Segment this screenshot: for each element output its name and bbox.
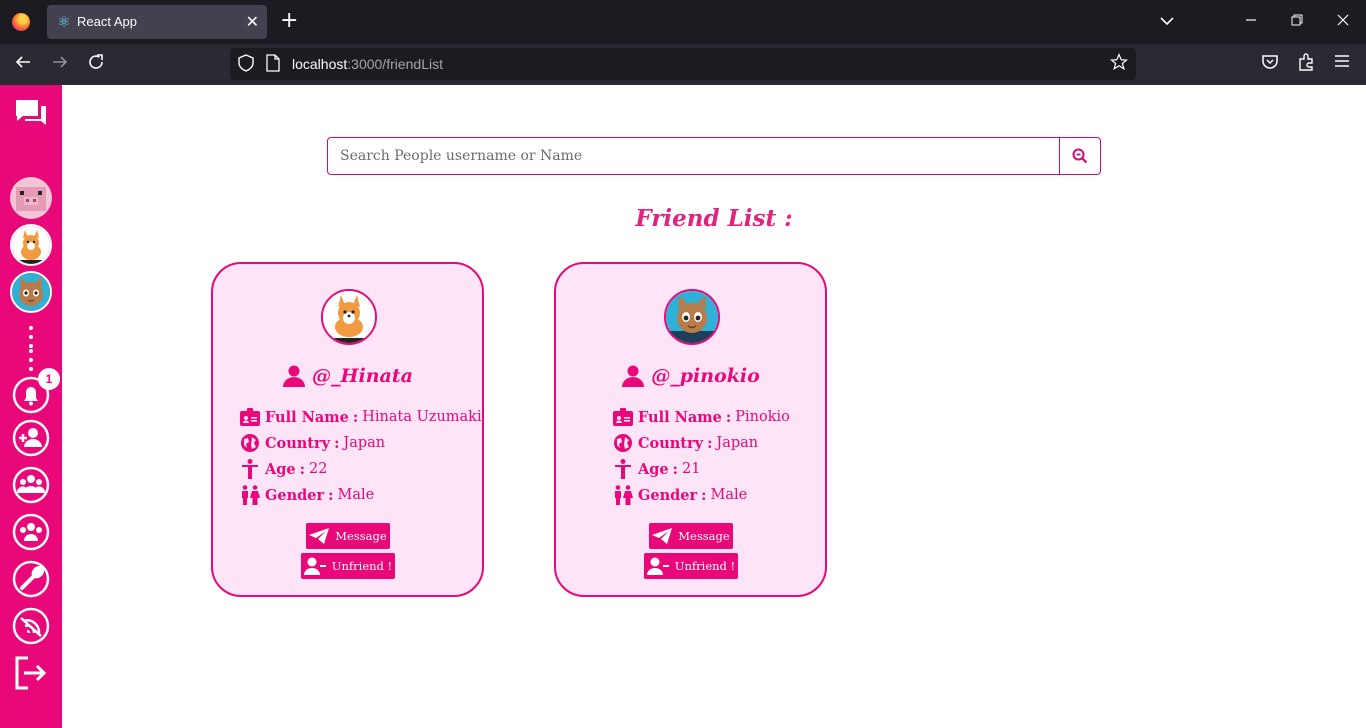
search-bar: [327, 137, 1101, 175]
user-icon: [622, 365, 645, 387]
minimize-button[interactable]: [1245, 12, 1257, 30]
url-text[interactable]: localhost:3000/friendList: [292, 56, 443, 72]
groups-icon[interactable]: [10, 464, 52, 506]
address-bar[interactable]: localhost:3000/friendList: [230, 48, 1136, 80]
full-name-row: Full Name: Hinata Uzumaki: [239, 404, 482, 430]
user-minus-icon: [646, 557, 669, 575]
country-row: Country: Japan: [612, 430, 790, 456]
age-value: 21: [681, 461, 701, 477]
person-standing-icon: [612, 458, 634, 480]
back-arrow-icon[interactable]: [14, 53, 32, 77]
age-row: Age:22: [239, 456, 482, 482]
tab-title: React App: [77, 14, 137, 29]
friend-info: Full Name: Hinata Uzumaki Country: Japan A…: [239, 404, 482, 508]
full-name-value: Hinata Uzumaki: [362, 409, 482, 425]
reload-icon[interactable]: [87, 53, 105, 77]
page-icon[interactable]: [266, 54, 280, 78]
id-card-icon: [239, 406, 261, 428]
country-value: Japan: [343, 435, 386, 451]
country-value: Japan: [716, 435, 759, 451]
search-input[interactable]: [328, 138, 1060, 174]
friend-avatar-cat: [664, 289, 720, 345]
friend-info: Full Name: Pinokio Country: Japan Age:21 G…: [612, 404, 790, 508]
friend-username-row: @_pinokio: [556, 364, 825, 388]
gender-icon: [239, 484, 261, 506]
full-name-row: Full Name: Pinokio: [612, 404, 790, 430]
close-window-button[interactable]: [1337, 12, 1349, 30]
more-dots-icon-2[interactable]: [29, 349, 33, 376]
unfriend-button[interactable]: Unfriend !: [644, 553, 738, 579]
gender-row: Gender: Male: [612, 482, 790, 508]
bookmark-star-icon[interactable]: [1109, 52, 1129, 77]
shield-icon[interactable]: [238, 54, 254, 78]
close-tab-icon[interactable]: ✕: [246, 12, 259, 31]
friend-avatar-corgi: [321, 289, 377, 345]
globe-icon: [239, 432, 261, 454]
user-minus-icon: [303, 557, 326, 575]
unfriend-button[interactable]: Unfriend !: [301, 553, 395, 579]
logout-icon[interactable]: [10, 652, 52, 694]
chat-icon[interactable]: [10, 93, 52, 135]
browser-nav-bar: localhost:3000/friendList: [0, 44, 1366, 85]
country-row: Country: Japan: [239, 430, 482, 456]
restore-button[interactable]: [1291, 12, 1303, 30]
wifi-off-icon[interactable]: [10, 605, 52, 647]
paper-plane-icon: [309, 528, 330, 544]
friend-username-row: @_Hinata: [213, 364, 482, 388]
search-button[interactable]: [1059, 138, 1100, 174]
gender-value: Male: [710, 487, 748, 503]
forward-arrow-icon[interactable]: [51, 53, 69, 77]
friend-card: @_Hinata Full Name: Hinata Uzumaki Countr…: [211, 262, 484, 597]
add-friend-icon[interactable]: [10, 417, 52, 459]
new-tab-button[interactable]: +: [280, 10, 298, 32]
settings-wrench-icon[interactable]: [10, 558, 52, 600]
notification-badge: 1: [38, 368, 60, 390]
message-button[interactable]: Message: [649, 523, 733, 549]
avatar-cat[interactable]: [10, 271, 52, 313]
browser-tab[interactable]: ⚛ React App ✕: [47, 5, 267, 39]
friend-username: @_Hinata: [312, 365, 413, 387]
extensions-icon[interactable]: [1297, 53, 1315, 77]
person-standing-icon: [239, 458, 261, 480]
gender-icon: [612, 484, 634, 506]
age-value: 22: [308, 461, 328, 477]
list-tabs-chevron-icon[interactable]: [1160, 12, 1174, 30]
user-icon: [283, 365, 306, 387]
firefox-logo-icon: [12, 13, 30, 31]
pocket-icon[interactable]: [1261, 53, 1279, 77]
search-icon: [1072, 148, 1088, 164]
id-card-icon: [612, 406, 634, 428]
age-row: Age:21: [612, 456, 790, 482]
sidebar: 1: [0, 85, 62, 728]
friend-username: @_pinokio: [651, 365, 760, 387]
friends-icon[interactable]: [10, 511, 52, 553]
browser-tab-bar: ⚛ React App ✕ +: [0, 0, 1366, 44]
react-icon: ⚛: [57, 13, 71, 31]
paper-plane-icon: [652, 528, 673, 544]
gender-row: Gender: Male: [239, 482, 482, 508]
menu-hamburger-icon[interactable]: [1334, 53, 1350, 75]
friend-card: @_pinokio Full Name: Pinokio Country: Japa…: [554, 262, 827, 597]
gender-value: Male: [337, 487, 375, 503]
globe-icon: [612, 432, 634, 454]
page-title: Friend List :: [635, 205, 793, 232]
message-button[interactable]: Message: [306, 523, 390, 549]
full-name-value: Pinokio: [735, 409, 790, 425]
